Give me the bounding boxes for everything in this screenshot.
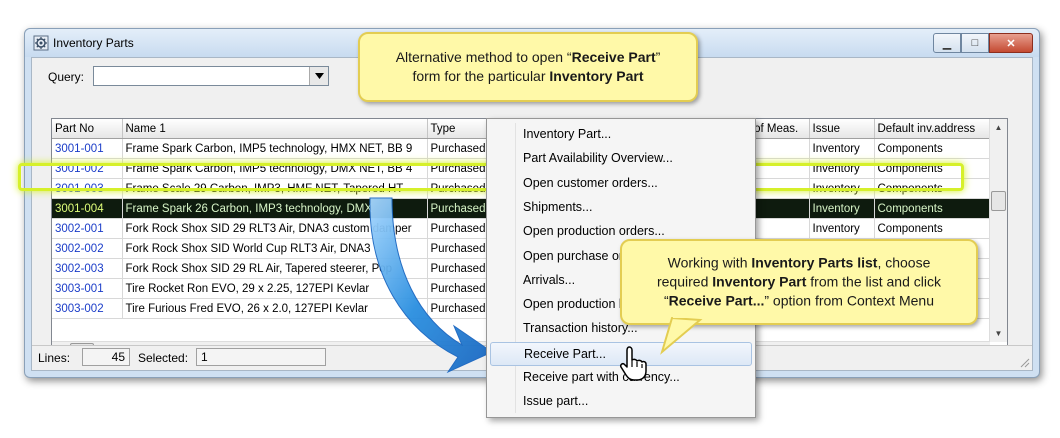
table-cell: Frame Spark Carbon, IMP5 technology, HMX…	[122, 138, 428, 159]
table-cell: Frame Spark 26 Carbon, IMP3 technology, …	[122, 198, 428, 219]
table-cell: Fork Rock Shox SID World Cup RLT3 Air, D…	[122, 238, 428, 259]
hand-pointer-icon	[620, 346, 647, 381]
context-menu-item[interactable]: Part Availability Overview...	[490, 147, 752, 169]
part-no-cell: 3002-002	[52, 238, 123, 259]
part-no-cell: 3002-001	[52, 218, 123, 239]
part-no-cell: 3001-001	[52, 138, 123, 159]
part-no-cell: 3003-002	[52, 298, 123, 319]
vertical-scrollbar[interactable]: ▲ ▼	[989, 119, 1007, 342]
table-cell: Components	[874, 138, 990, 159]
scroll-up-icon[interactable]: ▲	[990, 119, 1007, 136]
table-cell: Tire Rocket Ron EVO, 29 x 2.25, 127EPI K…	[122, 278, 428, 299]
vertical-scroll-thumb[interactable]	[991, 191, 1006, 211]
column-header[interactable]: Part No	[52, 119, 123, 139]
close-icon: ✕	[1006, 37, 1016, 50]
table-cell: Inventory	[809, 138, 875, 159]
callout2-receive-part: Receive Part...	[668, 292, 765, 309]
callout2-line3-post: ” option from Context Menu	[764, 292, 935, 309]
minimize-button[interactable]: ▁	[933, 33, 961, 53]
column-header[interactable]: Name 1	[122, 119, 428, 139]
table-cell: Tire Furious Fred EVO, 26 x 2.0, 127EPI …	[122, 298, 428, 319]
callout-working-with-list: Working with Inventory Parts list, choos…	[620, 239, 978, 325]
query-dropdown-button[interactable]	[309, 67, 328, 85]
callout2-line2-post: from the list and click	[806, 273, 941, 290]
callout2-line1-pre: Working with	[667, 254, 752, 271]
minimize-icon: ▁	[942, 37, 952, 50]
window-title: Inventory Parts	[53, 36, 134, 50]
callout2-inventory-part: Inventory Part	[712, 273, 807, 290]
lines-label: Lines:	[38, 351, 71, 365]
table-cell: Inventory	[809, 218, 875, 239]
table-cell: Frame Scale 29 Carbon, IMP3, HMF NET, Ta…	[122, 178, 428, 199]
table-cell: Components	[874, 178, 990, 199]
maximize-button[interactable]: □	[961, 33, 989, 53]
callout2-inventory-parts-list: Inventory Parts list	[751, 254, 878, 271]
callout1-line2-pre: form for the particular	[412, 68, 550, 84]
table-cell: Inventory	[809, 158, 875, 179]
gear-grid-icon	[33, 35, 49, 51]
callout2-line2-pre: required	[656, 273, 713, 290]
column-header[interactable]: Issue	[809, 119, 875, 139]
table-cell: Components	[874, 158, 990, 179]
callout1-line1-pre: Alternative method to open “	[395, 49, 572, 65]
part-no-cell: 3001-003	[52, 178, 123, 199]
table-cell: Inventory	[809, 198, 875, 219]
table-cell: Fork Rock Shox SID 29 RL Air, Tapered st…	[122, 258, 428, 279]
selected-count: 1	[196, 348, 326, 366]
table-cell: Frame Spark Carbon, IMP5 technology, DMX…	[122, 158, 428, 179]
part-no-cell: 3003-001	[52, 278, 123, 299]
callout2-line1-post: , choose	[877, 254, 931, 271]
table-cell: Inventory	[809, 178, 875, 199]
table-cell: Components	[874, 198, 990, 219]
callout1-inventory-part: Inventory Part	[549, 68, 644, 84]
part-no-cell: 3001-004	[52, 198, 123, 219]
chevron-down-icon	[314, 73, 324, 79]
maximize-icon: □	[971, 37, 979, 49]
query-select[interactable]	[93, 66, 329, 86]
table-cell: Fork Rock Shox SID 29 RLT3 Air, DNA3 cus…	[122, 218, 428, 239]
resize-grip-icon[interactable]	[1018, 356, 1030, 368]
column-header[interactable]: Default inv.address	[874, 119, 990, 139]
window-controls: ▁ □ ✕	[933, 33, 1033, 53]
callout1-receive-part: Receive Part	[571, 49, 656, 65]
lines-count: 45	[82, 348, 130, 366]
query-label: Query:	[48, 70, 85, 84]
scroll-down-icon[interactable]: ▼	[990, 325, 1007, 342]
table-cell: Components	[874, 218, 990, 239]
context-menu-item[interactable]: Shipments...	[490, 196, 752, 218]
part-no-cell: 3001-002	[52, 158, 123, 179]
part-no-cell: 3002-003	[52, 258, 123, 279]
context-menu-item[interactable]: Inventory Part...	[490, 123, 752, 145]
close-button[interactable]: ✕	[989, 33, 1033, 53]
context-menu-item[interactable]: Open customer orders...	[490, 172, 752, 194]
callout-alternative-method: Alternative method to open “Receive Part…	[358, 32, 698, 102]
context-menu-item[interactable]: Issue part...	[490, 390, 752, 412]
selected-label: Selected:	[138, 351, 189, 365]
callout1-line1-post: ”	[655, 49, 661, 65]
